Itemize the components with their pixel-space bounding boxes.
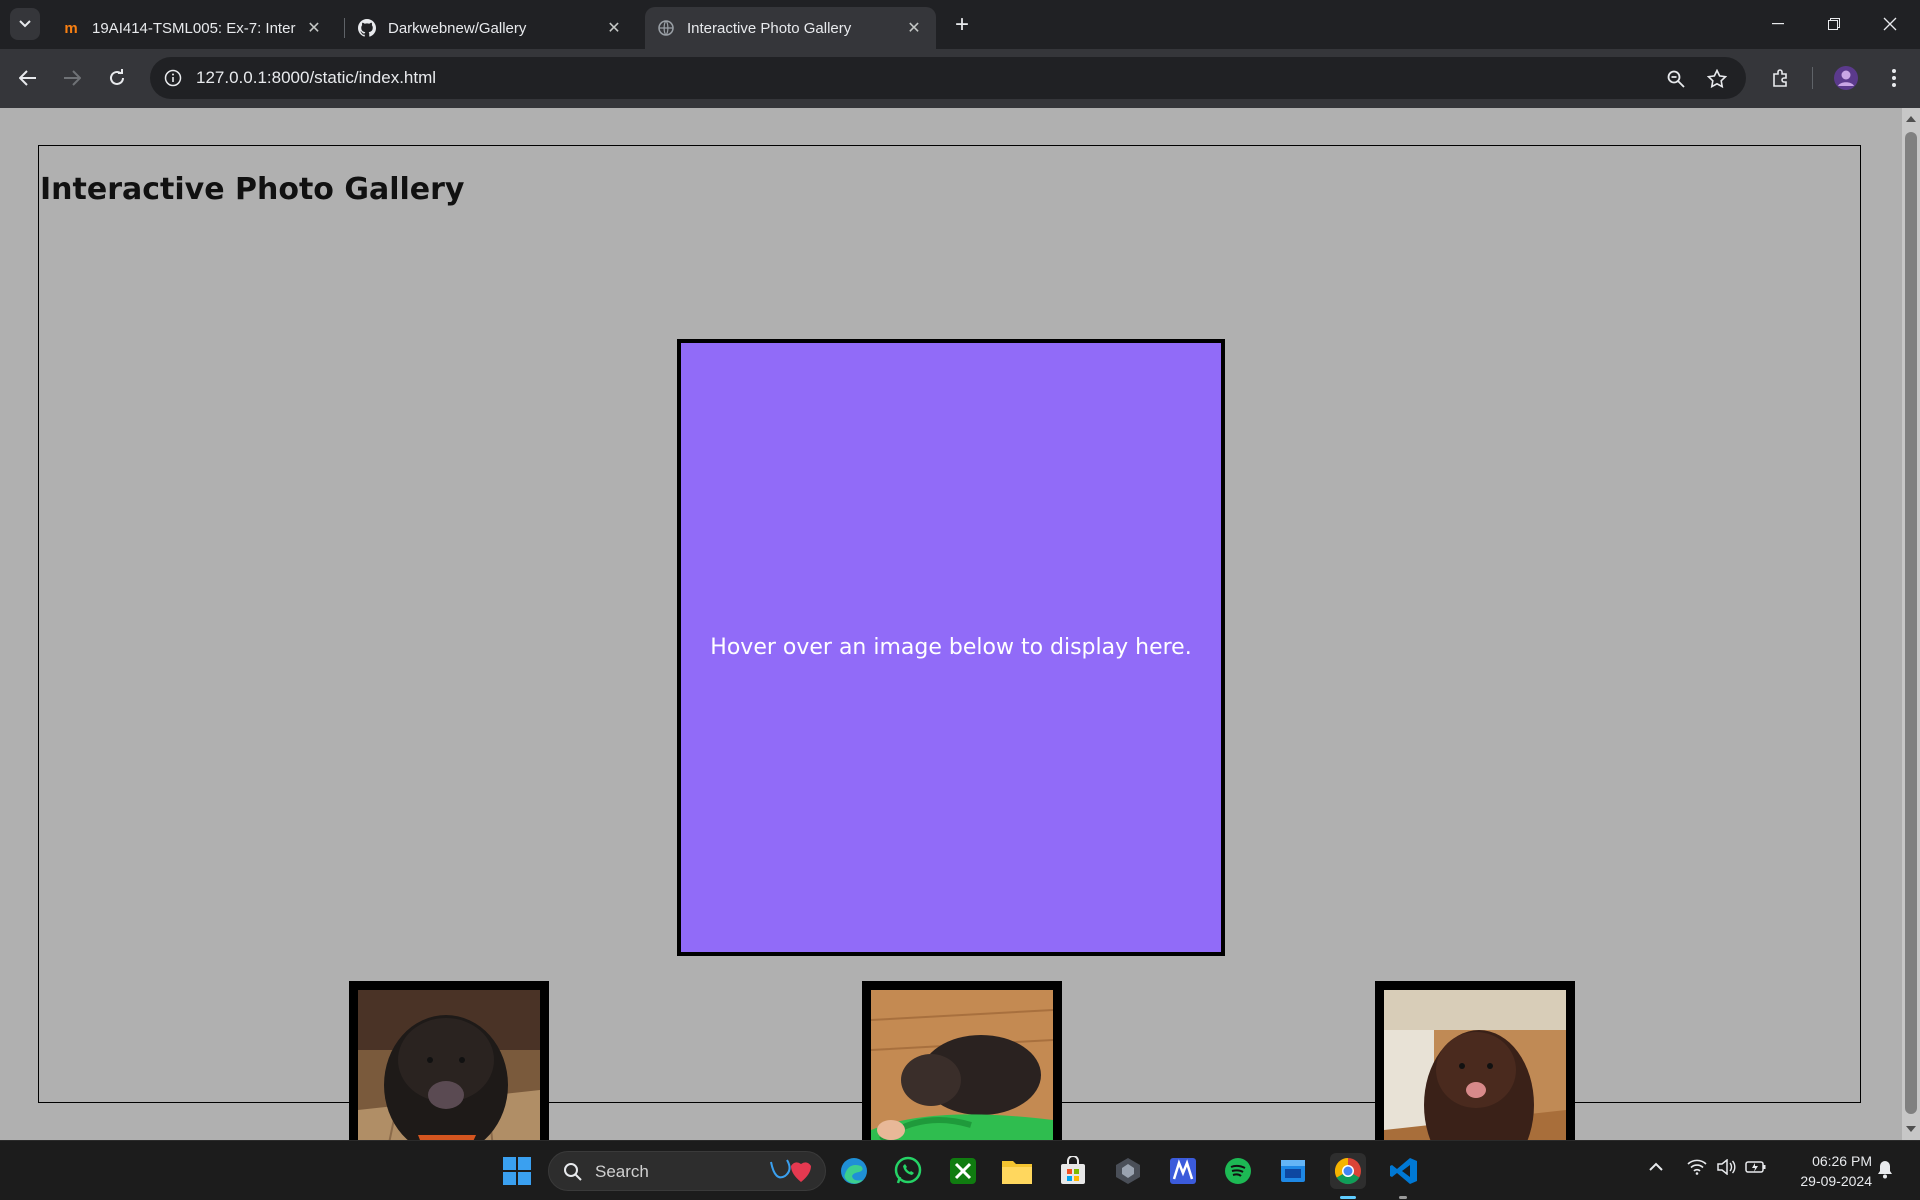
vertical-scrollbar[interactable] [1902, 108, 1920, 1140]
globe-icon [657, 19, 675, 37]
back-button[interactable] [12, 62, 44, 94]
close-icon [1883, 17, 1897, 31]
windows-logo-icon [503, 1157, 531, 1185]
store-icon [1061, 1156, 1085, 1184]
github-icon [358, 19, 376, 37]
notification-bell-icon[interactable] [1876, 1159, 1894, 1182]
url-text: 127.0.0.1:8000/static/index.html [196, 68, 437, 87]
tab-github[interactable]: Darkwebnew/Gallery ✕ [346, 7, 636, 49]
vscode-running-indicator [1399, 1196, 1407, 1199]
chrome-icon [1334, 1157, 1361, 1185]
spotify-app[interactable] [1220, 1153, 1256, 1189]
clock-date: 29-09-2024 [1800, 1173, 1872, 1189]
profile-avatar[interactable] [1830, 62, 1862, 94]
show-hidden-icons-button[interactable] [1649, 1159, 1663, 1175]
folder-icon [1002, 1161, 1032, 1184]
volume-icon[interactable] [1716, 1158, 1736, 1178]
chevron-down-icon [19, 20, 31, 28]
tab-title: Interactive Photo Gallery [687, 19, 852, 37]
forward-button[interactable] [56, 62, 88, 94]
tab-strip: m 19AI414-TSML005: Ex-7: Interac ✕ Darkw… [0, 0, 1920, 49]
bookmark-star-icon[interactable] [1705, 67, 1729, 91]
whatsapp-icon [894, 1156, 922, 1184]
file-explorer-app[interactable] [999, 1153, 1035, 1189]
scroll-up-arrow-icon[interactable] [1906, 116, 1916, 122]
search-highlight-icon [770, 1159, 811, 1182]
app-hexagon[interactable] [1110, 1153, 1146, 1189]
wifi-icon[interactable] [1687, 1159, 1707, 1178]
system-clock[interactable]: 06:26 PM 29-09-2024 [1782, 1151, 1872, 1191]
address-bar[interactable]: 127.0.0.1:8000/static/index.html [150, 57, 1746, 99]
chrome-running-indicator [1340, 1196, 1356, 1199]
vscode-app[interactable] [1386, 1153, 1422, 1189]
puzzle-icon [1773, 69, 1787, 87]
browser-toolbar: 127.0.0.1:8000/static/index.html [0, 49, 1920, 108]
xbox-app[interactable] [945, 1153, 981, 1189]
windows-taskbar: Search 06:26 PM 29-09-2024 [0, 1140, 1920, 1200]
close-icon[interactable]: ✕ [604, 18, 624, 38]
zoom-icon[interactable] [1664, 67, 1688, 91]
store-app[interactable] [1055, 1153, 1091, 1189]
browser-menu-button[interactable] [1878, 62, 1910, 94]
edge-app[interactable] [836, 1153, 872, 1189]
battery-icon[interactable] [1745, 1159, 1767, 1178]
more-vertical-icon [1892, 69, 1896, 87]
avatar-icon [1834, 66, 1858, 90]
close-icon[interactable]: ✕ [304, 18, 324, 38]
chevron-up-icon [1649, 1162, 1663, 1171]
extensions-button[interactable] [1765, 62, 1797, 94]
close-icon[interactable]: ✕ [904, 18, 924, 38]
close-window-button[interactable] [1862, 0, 1918, 48]
taskbar-search[interactable]: Search [548, 1151, 826, 1191]
arrow-right-icon [64, 70, 81, 86]
clock-time: 06:26 PM [1812, 1153, 1872, 1169]
site-info-icon[interactable] [162, 67, 184, 89]
search-label: Search [595, 1162, 649, 1181]
tab-photo-gallery[interactable]: Interactive Photo Gallery ✕ [645, 7, 936, 49]
vscode-icon [1390, 1158, 1417, 1184]
page-title: Interactive Photo Gallery [40, 172, 465, 207]
tab-search-button[interactable] [10, 8, 40, 40]
reload-button[interactable] [101, 62, 133, 94]
tab-separator [344, 18, 345, 38]
whatsapp-app[interactable] [890, 1153, 926, 1189]
restore-button[interactable] [1806, 0, 1862, 48]
scrollbar-thumb[interactable] [1905, 132, 1917, 1114]
xbox-icon [950, 1158, 976, 1184]
spotify-icon [1225, 1158, 1251, 1184]
new-tab-button[interactable]: + [948, 11, 976, 39]
moodle-icon: m [64, 19, 78, 37]
chrome-app[interactable] [1330, 1153, 1366, 1189]
scroll-down-arrow-icon[interactable] [1906, 1126, 1916, 1132]
minimize-icon [1772, 23, 1784, 25]
restore-icon [1828, 18, 1840, 30]
tab-moodle[interactable]: m 19AI414-TSML005: Ex-7: Interac ✕ [50, 7, 336, 49]
page-viewport: Interactive Photo Gallery Hover over an … [0, 108, 1920, 1200]
hexagon-app-icon [1116, 1158, 1140, 1184]
minimize-button[interactable] [1750, 0, 1806, 48]
arrow-left-icon [19, 70, 36, 86]
search-icon [564, 1163, 582, 1181]
toolbar-separator [1812, 67, 1813, 89]
window-app-icon [1281, 1160, 1305, 1182]
edge-icon [841, 1158, 867, 1184]
app-blue-window[interactable] [1275, 1153, 1311, 1189]
tab-title: Darkwebnew/Gallery [388, 19, 527, 37]
app-blue-m[interactable] [1165, 1153, 1201, 1189]
tab-title: 19AI414-TSML005: Ex-7: Interac [92, 19, 296, 37]
gallery-container: Interactive Photo Gallery Hover over an … [38, 145, 1861, 1200]
display-text: Hover over an image below to display her… [710, 635, 1192, 660]
reload-icon [110, 69, 124, 85]
start-button[interactable] [499, 1153, 535, 1189]
image-display-area: Hover over an image below to display her… [677, 339, 1225, 956]
m-app-icon [1170, 1158, 1196, 1184]
